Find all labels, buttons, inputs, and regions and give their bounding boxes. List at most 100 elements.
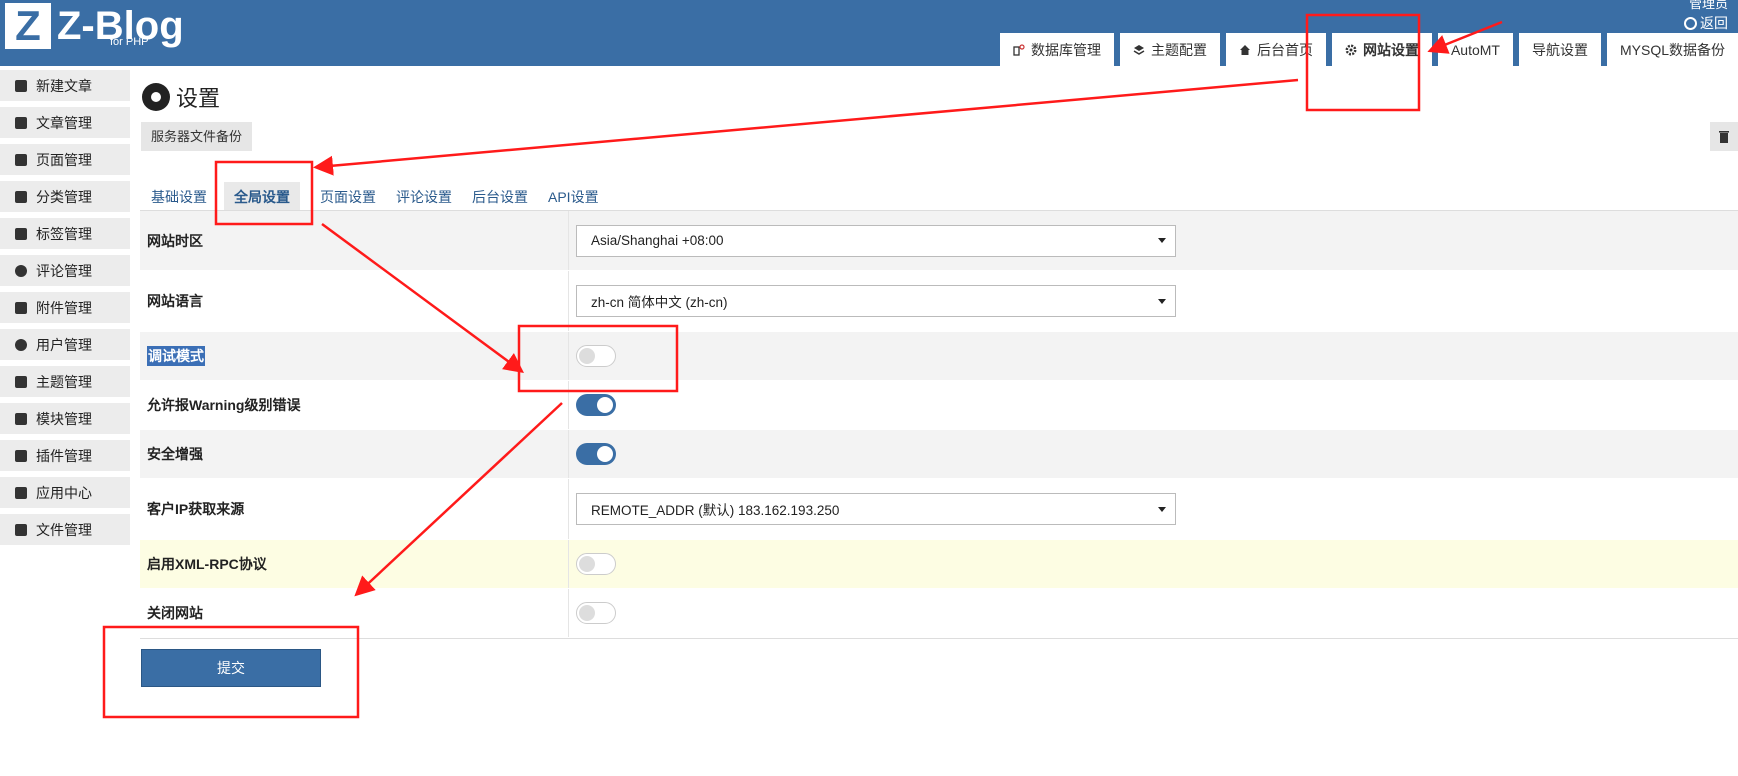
nav-tab-dashboard[interactable]: 后台首页 — [1225, 33, 1326, 66]
globe-icon — [1684, 16, 1697, 30]
nav-tab-label: 后台首页 — [1256, 41, 1313, 58]
layers-icon — [1133, 44, 1145, 55]
users-icon — [15, 338, 27, 351]
chevron-down-icon — [1158, 506, 1166, 512]
language-select[interactable]: zh-cn 简体中文 (zh-cn) — [576, 285, 1176, 317]
sidebar-item-new-article[interactable]: 新建文章 — [0, 70, 130, 101]
nav-tab-label: 导航设置 — [1531, 41, 1588, 58]
sidebar-item-label: 分类管理 — [36, 188, 92, 205]
tab-global-settings[interactable]: 全局设置 — [224, 182, 300, 210]
box-icon — [15, 486, 27, 499]
nav-tab-navigation[interactable]: 导航设置 — [1518, 33, 1601, 66]
setting-label: 允许报Warning级别错误 — [140, 381, 569, 429]
tag-icon — [15, 227, 27, 240]
sidebar-item-articles[interactable]: 文章管理 — [0, 107, 130, 138]
chevron-down-icon — [1158, 238, 1166, 243]
tab-comment-settings[interactable]: 评论设置 — [386, 182, 462, 210]
nav-tab-theme-config[interactable]: 主题配置 — [1119, 33, 1220, 66]
debug-mode-label: 调试模式 — [147, 346, 205, 366]
user-name[interactable]: 管理员 — [1689, 0, 1728, 12]
setting-label: 网站时区 — [140, 211, 569, 270]
sidebar-item-label: 应用中心 — [36, 484, 92, 501]
edit-icon — [15, 79, 27, 92]
debug-mode-toggle[interactable] — [576, 345, 616, 367]
sidebar-item-label: 插件管理 — [36, 447, 92, 464]
tab-api-settings[interactable]: API设置 — [538, 182, 609, 210]
gear-icon — [142, 83, 170, 111]
server-backup-button[interactable]: 服务器文件备份 — [141, 122, 253, 151]
setting-row-client-ip: 客户IP获取来源 REMOTE_ADDR (默认) 183.162.193.25… — [140, 479, 1738, 540]
nav-tab-label: 数据库管理 — [1030, 41, 1101, 58]
grid-icon — [15, 412, 27, 425]
logo-subtitle: for PHP — [110, 36, 149, 48]
annotation-arrow — [313, 78, 1299, 176]
top-nav: 数据库管理 主题配置 后台首页 网站设置 AutoMT 导航设置 MYSQL数据… — [999, 33, 1738, 66]
setting-row-debug: 调试模式 — [140, 332, 1738, 381]
nav-tab-label: 主题配置 — [1150, 41, 1207, 58]
nav-tab-database[interactable]: 数据库管理 — [999, 33, 1114, 66]
sidebar-item-label: 文件管理 — [36, 521, 92, 538]
sidebar-item-themes[interactable]: 主题管理 — [0, 366, 130, 397]
sidebar-item-label: 评论管理 — [36, 262, 92, 279]
tab-admin-settings[interactable]: 后台设置 — [462, 182, 538, 210]
tab-page-settings[interactable]: 页面设置 — [310, 182, 386, 210]
puzzle-icon — [15, 449, 27, 462]
database-icon — [1013, 43, 1025, 56]
timezone-select[interactable]: Asia/Shanghai +08:00 — [576, 224, 1176, 257]
sidebar-item-plugins[interactable]: 插件管理 — [0, 440, 130, 471]
gear-icon — [1345, 44, 1357, 55]
settings-table: 网站时区 Asia/Shanghai +08:00 网站语言 zh-cn 简体中… — [140, 211, 1738, 639]
setting-row-timezone: 网站时区 Asia/Shanghai +08:00 — [140, 211, 1738, 271]
home-icon — [1239, 44, 1250, 55]
sidebar-item-users[interactable]: 用户管理 — [0, 329, 130, 360]
security-enhance-toggle[interactable] — [576, 443, 616, 465]
nav-tab-mysql-backup[interactable]: MYSQL数据备份 — [1606, 33, 1738, 66]
sidebar-item-label: 标签管理 — [36, 225, 92, 242]
setting-label: 调试模式 — [140, 332, 569, 380]
nav-tab-label: 网站设置 — [1362, 41, 1419, 58]
sidebar-item-attachments[interactable]: 附件管理 — [0, 292, 130, 323]
sidebar-item-app-center[interactable]: 应用中心 — [0, 477, 130, 508]
article-icon — [15, 116, 27, 129]
sidebar-item-files[interactable]: 文件管理 — [0, 514, 130, 545]
sidebar-item-modules[interactable]: 模块管理 — [0, 403, 130, 434]
sidebar-item-tags[interactable]: 标签管理 — [0, 218, 130, 249]
file-icon — [15, 523, 27, 536]
chevron-down-icon — [1158, 298, 1166, 304]
sidebar-item-pages[interactable]: 页面管理 — [0, 144, 130, 175]
trash-icon — [1719, 131, 1729, 143]
sidebar-item-label: 模块管理 — [36, 410, 92, 427]
warning-errors-toggle[interactable] — [576, 394, 616, 416]
submit-button[interactable]: 提交 — [141, 649, 321, 687]
setting-row-language: 网站语言 zh-cn 简体中文 (zh-cn) — [140, 271, 1738, 332]
setting-label: 客户IP获取来源 — [140, 479, 569, 539]
sidebar-item-categories[interactable]: 分类管理 — [0, 181, 130, 212]
sidebar-item-label: 页面管理 — [36, 151, 92, 168]
setting-row-security: 安全增强 — [140, 430, 1738, 479]
settings-subtabs: 基础设置 全局设置 页面设置 评论设置 后台设置 API设置 — [141, 182, 609, 210]
back-link[interactable]: 返回 — [1684, 13, 1728, 33]
logo[interactable]: Z Z-Blog — [5, 3, 184, 51]
setting-label: 网站语言 — [140, 271, 569, 331]
nav-tab-label: MYSQL数据备份 — [1619, 41, 1725, 58]
nav-tab-automt[interactable]: AutoMT — [1437, 33, 1513, 66]
select-value: zh-cn 简体中文 (zh-cn) — [591, 295, 728, 310]
nav-tab-site-settings[interactable]: 网站设置 — [1331, 33, 1432, 66]
trash-button[interactable] — [1710, 122, 1738, 151]
sidebar: 新建文章 文章管理 页面管理 分类管理 标签管理 评论管理 附件管理 用户管理 … — [0, 70, 130, 551]
sidebar-item-label: 用户管理 — [36, 336, 92, 353]
attachment-icon — [15, 301, 27, 314]
sidebar-item-label: 文章管理 — [36, 114, 92, 131]
folder-icon — [15, 190, 27, 203]
setting-label: 安全增强 — [140, 430, 569, 478]
nav-tab-label: AutoMT — [1450, 41, 1500, 58]
select-value: REMOTE_ADDR (默认) 183.162.193.250 — [591, 503, 840, 518]
client-ip-select[interactable]: REMOTE_ADDR (默认) 183.162.193.250 — [576, 493, 1176, 525]
close-site-toggle[interactable] — [576, 602, 616, 624]
tab-basic-settings[interactable]: 基础设置 — [141, 182, 217, 210]
sidebar-item-comments[interactable]: 评论管理 — [0, 255, 130, 286]
xmlrpc-toggle[interactable] — [576, 553, 616, 575]
setting-row-close-site: 关闭网站 — [140, 589, 1738, 638]
setting-label: 启用XML-RPC协议 — [140, 540, 569, 588]
comment-icon — [15, 264, 27, 277]
